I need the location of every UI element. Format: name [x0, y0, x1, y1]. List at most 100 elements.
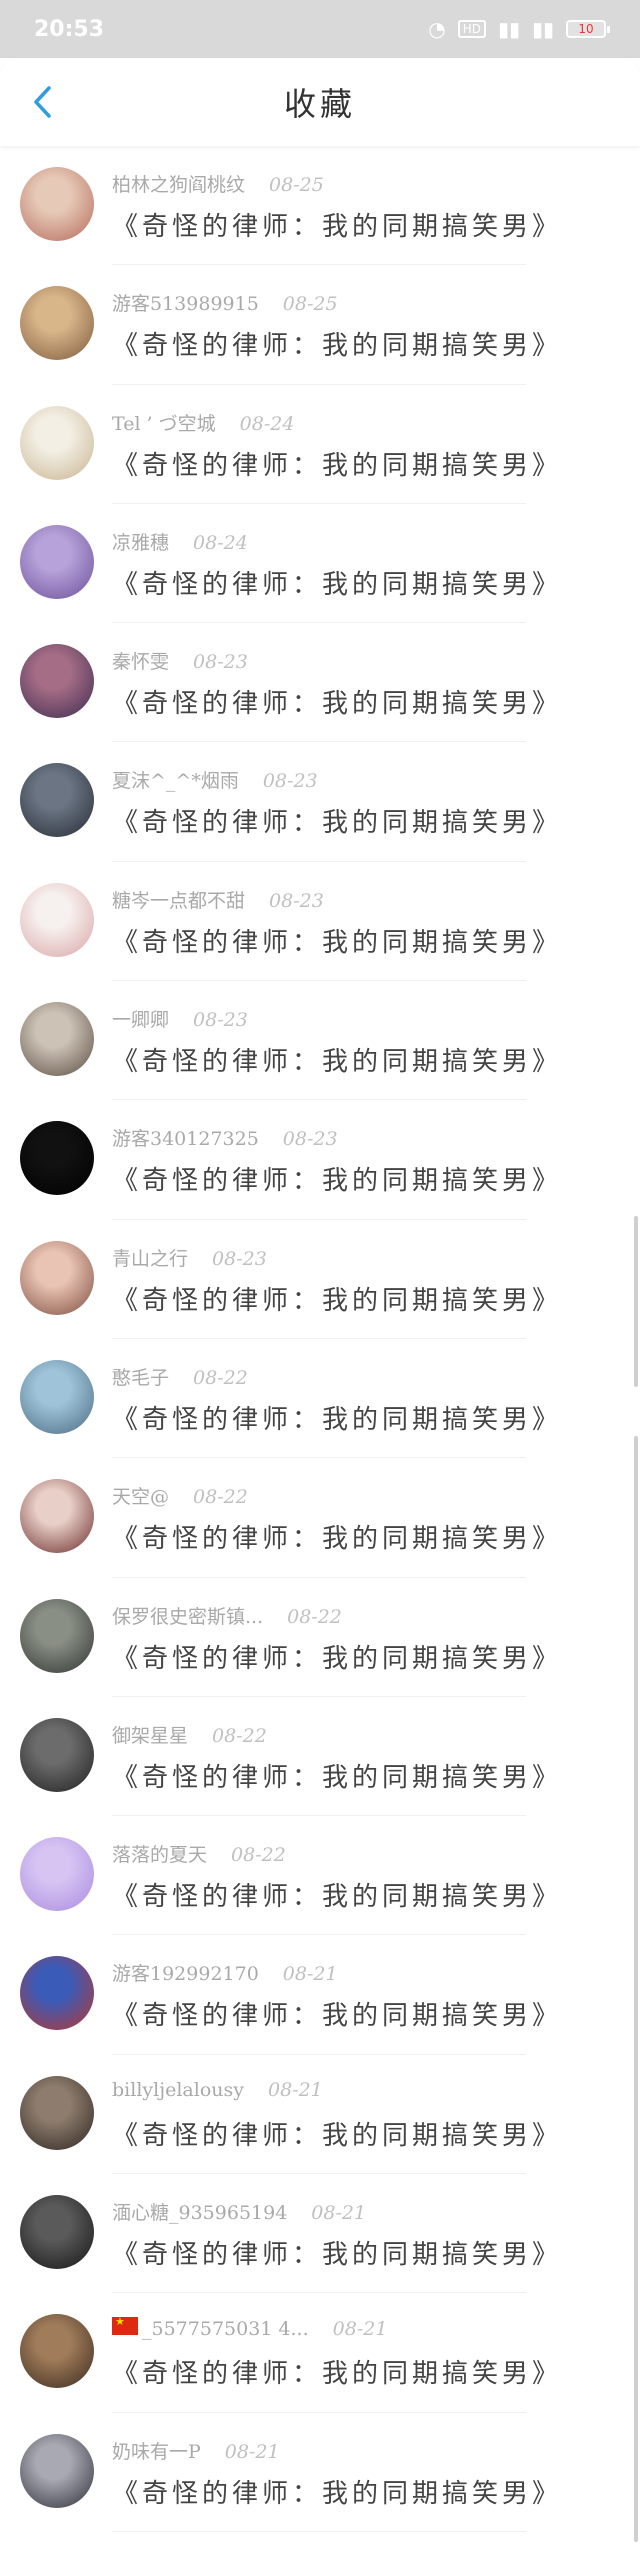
avatar[interactable] — [20, 1956, 94, 2031]
list-item[interactable]: 游客340127325 08-23 《奇怪的律师：我的同期搞笑男》 — [0, 1100, 640, 1220]
avatar[interactable] — [20, 1359, 94, 1434]
item-title[interactable]: 《奇怪的律师：我的同期搞笑男》 — [112, 1041, 562, 1078]
item-meta: 游客192992170 08-21 — [112, 1959, 338, 1986]
item-date: 08-23 — [193, 651, 248, 674]
item-title[interactable]: 《奇怪的律师：我的同期搞笑男》 — [112, 922, 562, 959]
item-title[interactable]: 《奇怪的律师：我的同期搞笑男》 — [112, 1399, 562, 1436]
avatar[interactable] — [20, 524, 94, 599]
list-item[interactable]: 青山之行 08-23 《奇怪的律师：我的同期搞笑男》 — [0, 1220, 640, 1339]
item-date: 08-25 — [282, 293, 338, 316]
item-date: 08-21 — [311, 2202, 367, 2225]
list-item[interactable]: 游客513989915 08-25 《奇怪的律师：我的同期搞笑男》 — [0, 265, 640, 385]
item-meta: 柏林之狗阎桃纹 08-25 — [112, 170, 324, 197]
user-name: 柏林之狗阎桃纹 — [112, 174, 246, 196]
avatar[interactable] — [20, 286, 94, 361]
item-title[interactable]: 《奇怪的律师：我的同期搞笑男》 — [112, 1995, 562, 2032]
item-title[interactable]: 《奇怪的律师：我的同期搞笑男》 — [112, 1638, 562, 1675]
item-title[interactable]: 《奇怪的律师：我的同期搞笑男》 — [112, 802, 562, 839]
item-meta: 御架星星 08-22 — [112, 1721, 267, 1748]
item-title[interactable]: 《奇怪的律师：我的同期搞笑男》 — [112, 1757, 562, 1794]
item-title[interactable]: 《奇怪的律师：我的同期搞笑男》 — [112, 564, 562, 601]
user-name: 游客340127325 — [112, 1128, 259, 1151]
list-item[interactable]: 游客192992170 08-21 《奇怪的律师：我的同期搞笑男》 — [0, 1935, 640, 2055]
item-title[interactable]: 《奇怪的律师：我的同期搞笑男》 — [112, 206, 562, 243]
list-item[interactable]: 落落的夏天 08-22 《奇怪的律师：我的同期搞笑男》 — [0, 1816, 640, 1936]
item-meta: 保罗很史密斯镇... 08-22 — [112, 1602, 342, 1629]
avatar-image — [20, 1479, 94, 1554]
list-item[interactable]: 柏林之狗阎桃纹 08-25 《奇怪的律师：我的同期搞笑男》 — [0, 146, 640, 266]
avatar-image — [20, 1956, 94, 2031]
list-item[interactable]: 天空@ 08-22 《奇怪的律师：我的同期搞笑男》 — [0, 1458, 640, 1578]
list-item[interactable]: Tel ’ づ空城 08-24 《奇怪的律师：我的同期搞笑男》 — [0, 385, 640, 504]
avatar-image — [20, 2314, 94, 2389]
avatar-image — [20, 1717, 94, 1792]
item-title[interactable]: 《奇怪的律师：我的同期搞笑男》 — [112, 1160, 562, 1197]
battery-level: 10 — [578, 22, 594, 36]
avatar[interactable] — [20, 644, 94, 719]
item-meta: 秦怀雯 08-23 — [112, 647, 248, 674]
avatar-image — [20, 286, 94, 361]
scrollbar[interactable] — [634, 146, 640, 2566]
list-item[interactable]: 夏沫^_^*烟雨 08-23 《奇怪的律师：我的同期搞笑男》 — [0, 742, 640, 862]
avatar[interactable] — [20, 882, 94, 957]
status-bar: 20:53 ◔ HD ▮▮ ▮▮ 10 — [0, 0, 640, 58]
list-item[interactable]: 糖岑一点都不甜 08-23 《奇怪的律师：我的同期搞笑男》 — [0, 862, 640, 982]
avatar[interactable] — [20, 1717, 94, 1792]
avatar[interactable] — [20, 1002, 94, 1077]
user-name: 夏沫^_^*烟雨 — [112, 770, 239, 793]
avatar[interactable] — [20, 1121, 94, 1196]
avatar-image — [20, 167, 94, 241]
avatar[interactable] — [20, 405, 94, 480]
avatar[interactable] — [20, 1479, 94, 1554]
user-name: 落落的夏天 — [112, 1844, 208, 1867]
avatar[interactable] — [20, 763, 94, 838]
item-meta: 青山之行 08-23 — [112, 1244, 267, 1271]
user-name: 游客192992170 — [112, 1963, 259, 1986]
avatar[interactable] — [20, 1598, 94, 1673]
item-date: 08-22 — [287, 1605, 342, 1628]
item-title[interactable]: 《奇怪的律师：我的同期搞笑男》 — [112, 1280, 562, 1317]
avatar[interactable] — [20, 2314, 94, 2389]
item-title[interactable]: 《奇怪的律师：我的同期搞笑男》 — [112, 2353, 562, 2390]
user-name: 奶味有一P — [112, 2440, 201, 2463]
list-item[interactable]: 御架星星 08-22 《奇怪的律师：我的同期搞笑男》 — [0, 1697, 640, 1817]
avatar[interactable] — [20, 1240, 94, 1315]
item-title[interactable]: 《奇怪的律师：我的同期搞笑男》 — [112, 2234, 562, 2271]
scrollbar-thumb-lower[interactable] — [634, 1435, 638, 2542]
list-item[interactable]: _5577575031 4... 08-21 《奇怪的律师：我的同期搞笑男》 — [0, 2293, 640, 2413]
avatar-image — [20, 1598, 94, 1673]
item-title[interactable]: 《奇怪的律师：我的同期搞笑男》 — [112, 2473, 562, 2510]
item-title[interactable]: 《奇怪的律师：我的同期搞笑男》 — [112, 2115, 562, 2152]
item-title[interactable]: 《奇怪的律师：我的同期搞笑男》 — [112, 325, 562, 362]
user-name: 湎心糖_935965194 — [112, 2202, 288, 2225]
item-title[interactable]: 《奇怪的律师：我的同期搞笑男》 — [112, 1518, 562, 1555]
avatar[interactable] — [20, 2433, 94, 2508]
status-time: 20:53 — [34, 16, 105, 42]
user-name: 青山之行 — [112, 1247, 189, 1270]
item-date: 08-23 — [269, 889, 324, 912]
list-item[interactable]: 奶味有一P 08-21 《奇怪的律师：我的同期搞笑男》 — [0, 2413, 640, 2532]
user-name: _5577575031 4... — [142, 2318, 309, 2341]
avatar[interactable] — [20, 2195, 94, 2270]
list-item[interactable]: 保罗很史密斯镇... 08-22 《奇怪的律师：我的同期搞笑男》 — [0, 1578, 640, 1697]
scrollbar-thumb-upper[interactable] — [634, 1215, 638, 1388]
list-item[interactable]: 憨毛子 08-22 《奇怪的律师：我的同期搞笑男》 — [0, 1339, 640, 1459]
list-item[interactable]: 湎心糖_935965194 08-21 《奇怪的律师：我的同期搞笑男》 — [0, 2174, 640, 2294]
battery-icon: 10 — [566, 20, 610, 38]
user-name: 一卿卿 — [112, 1009, 170, 1032]
item-meta: 夏沫^_^*烟雨 08-23 — [112, 766, 318, 793]
avatar[interactable] — [20, 167, 94, 241]
item-title[interactable]: 《奇怪的律师：我的同期搞笑男》 — [112, 1876, 562, 1913]
list-item[interactable]: 一卿卿 08-23 《奇怪的律师：我的同期搞笑男》 — [0, 981, 640, 1101]
list-item[interactable]: billyljelalousy 08-21 《奇怪的律师：我的同期搞笑男》 — [0, 2055, 640, 2175]
item-meta: Tel ’ づ空城 08-24 — [112, 409, 294, 436]
avatar[interactable] — [20, 1837, 94, 1912]
item-date: 08-21 — [224, 2440, 280, 2463]
item-title[interactable]: 《奇怪的律师：我的同期搞笑男》 — [112, 445, 562, 482]
avatar[interactable] — [20, 2075, 94, 2150]
item-title[interactable]: 《奇怪的律师：我的同期搞笑男》 — [112, 683, 562, 720]
list-item[interactable]: 凉雅穗 08-24 《奇怪的律师：我的同期搞笑男》 — [0, 504, 640, 624]
item-meta: 落落的夏天 08-22 — [112, 1840, 286, 1867]
list-item[interactable]: 秦怀雯 08-23 《奇怪的律师：我的同期搞笑男》 — [0, 623, 640, 743]
page-title: 收藏 — [283, 85, 356, 123]
